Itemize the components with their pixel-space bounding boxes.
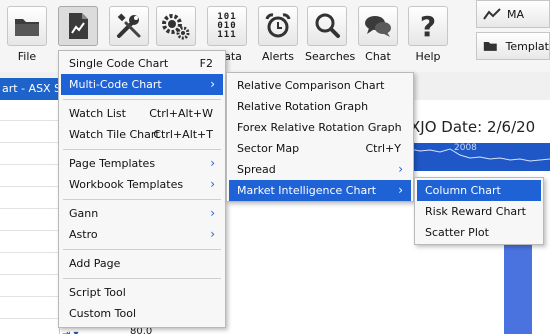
menu-item-label: Gann bbox=[69, 207, 99, 220]
menu-item-label: Workbook Templates bbox=[69, 178, 184, 191]
menu-item-watch-tile-chart[interactable]: Watch Tile Chart Ctrl+Alt+T bbox=[61, 124, 223, 145]
menu-item-shortcut: F2 bbox=[199, 57, 213, 70]
menu-item-column-chart[interactable]: Column Chart bbox=[417, 180, 541, 201]
menu-item-label: Multi-Code Chart bbox=[69, 78, 162, 91]
year-label: 2008 bbox=[454, 143, 477, 153]
menu-item-label: Single Code Chart bbox=[69, 57, 169, 70]
menu-item-add-page[interactable]: Add Page bbox=[61, 253, 223, 274]
menu-item-shortcut: Ctrl+Y bbox=[365, 142, 401, 155]
templates-label: Templat bbox=[505, 39, 549, 53]
menu-item-label: Relative Comparison Chart bbox=[237, 79, 385, 92]
left-panel bbox=[0, 100, 60, 334]
menu-item-multi-code-chart[interactable]: Multi-Code Chart › bbox=[61, 74, 223, 95]
file-button[interactable]: File bbox=[5, 6, 49, 63]
overview-sparkline bbox=[410, 148, 550, 162]
menu-item-script-tool[interactable]: Script Tool bbox=[61, 282, 223, 303]
overview-strip: 2008 bbox=[410, 143, 550, 171]
menu-item-label: Custom Tool bbox=[69, 307, 137, 320]
menu-item-page-templates[interactable]: Page Templates › bbox=[61, 153, 223, 174]
gears-icon bbox=[156, 6, 196, 46]
menu-item-label: Sector Map bbox=[237, 142, 300, 155]
tools-icon bbox=[109, 6, 149, 46]
menu-item-single-code-chart[interactable]: Single Code Chart F2 bbox=[61, 53, 223, 74]
help-button[interactable]: ? Help bbox=[406, 6, 450, 63]
chart-menu: Single Code Chart F2 Multi-Code Chart › … bbox=[58, 50, 226, 328]
file-label: File bbox=[17, 50, 37, 63]
chat-label: Chat bbox=[365, 50, 391, 63]
chevron-right-icon: › bbox=[210, 177, 215, 191]
chevron-right-icon: › bbox=[210, 77, 215, 91]
column-bar bbox=[504, 240, 532, 334]
chevron-right-icon: › bbox=[398, 162, 403, 176]
ma-label: MA bbox=[507, 7, 525, 21]
menu-item-label: Column Chart bbox=[425, 184, 501, 197]
chart-document-icon bbox=[58, 6, 98, 46]
help-label: Help bbox=[415, 50, 441, 63]
menu-item-label: Scatter Plot bbox=[425, 226, 489, 239]
scroll-arrows-icon[interactable]: ⇥ ▾ bbox=[62, 329, 79, 334]
chat-bubbles-icon bbox=[358, 6, 398, 46]
menu-item-label: Watch Tile Chart bbox=[69, 128, 160, 141]
chevron-right-icon: › bbox=[398, 183, 403, 197]
settings-button[interactable] bbox=[154, 6, 198, 46]
menu-item-label: Relative Rotation Graph bbox=[237, 100, 369, 113]
menu-item-label: Watch List bbox=[69, 107, 126, 120]
menu-item-label: Add Page bbox=[69, 257, 121, 270]
chart-header: XJO Date: 2/6/20 bbox=[410, 118, 536, 136]
folder-icon bbox=[483, 41, 497, 51]
menu-item-forex-relative-rotation-graph[interactable]: Forex Relative Rotation Graph bbox=[229, 117, 411, 138]
menu-item-label: Risk Reward Chart bbox=[425, 205, 526, 218]
alarm-clock-icon bbox=[258, 6, 298, 46]
chevron-right-icon: › bbox=[210, 227, 215, 241]
menu-item-label: Page Templates bbox=[69, 157, 156, 170]
question-mark-icon: ? bbox=[408, 6, 448, 46]
alerts-label: Alerts bbox=[262, 50, 294, 63]
menu-item-spread[interactable]: Spread › bbox=[229, 159, 411, 180]
chevron-right-icon: › bbox=[210, 206, 215, 220]
menu-item-shortcut: Ctrl+Alt+W bbox=[149, 107, 213, 120]
menu-item-label: Spread bbox=[237, 163, 276, 176]
menu-item-shortcut: Ctrl+Alt+T bbox=[153, 128, 213, 141]
menu-item-label: Script Tool bbox=[69, 286, 126, 299]
chevron-right-icon: › bbox=[210, 156, 215, 170]
menu-item-relative-comparison-chart[interactable]: Relative Comparison Chart bbox=[229, 75, 411, 96]
binary-row: 111 bbox=[217, 29, 237, 40]
menu-item-workbook-templates[interactable]: Workbook Templates › bbox=[61, 174, 223, 195]
templates-button[interactable]: Templat bbox=[476, 32, 550, 60]
menu-item-label: Market Intelligence Chart bbox=[237, 184, 377, 197]
multi-code-chart-submenu: Relative Comparison Chart Relative Rotat… bbox=[226, 72, 414, 202]
market-intelligence-submenu: Column Chart Risk Reward Chart Scatter P… bbox=[414, 177, 544, 245]
menu-item-sector-map[interactable]: Sector Map Ctrl+Y bbox=[229, 138, 411, 159]
searches-button[interactable]: Searches bbox=[305, 6, 356, 63]
chat-button[interactable]: Chat bbox=[356, 6, 400, 63]
menu-item-custom-tool[interactable]: Custom Tool bbox=[61, 303, 223, 324]
line-chart-icon bbox=[483, 8, 501, 20]
menu-item-scatter-plot[interactable]: Scatter Plot bbox=[417, 222, 541, 243]
tools-button[interactable] bbox=[107, 6, 151, 46]
chart-button[interactable] bbox=[56, 6, 100, 46]
search-icon bbox=[307, 6, 347, 46]
searches-label: Searches bbox=[305, 50, 356, 63]
menu-item-watch-list[interactable]: Watch List Ctrl+Alt+W bbox=[61, 103, 223, 124]
binary-data-icon: 101 010 111 bbox=[207, 6, 247, 46]
menu-item-astro[interactable]: Astro › bbox=[61, 224, 223, 245]
chart-window-title: art - ASX Sha bbox=[0, 78, 60, 100]
menu-item-risk-reward-chart[interactable]: Risk Reward Chart bbox=[417, 201, 541, 222]
alerts-button[interactable]: Alerts bbox=[256, 6, 300, 63]
folder-icon bbox=[7, 6, 47, 46]
moving-average-button[interactable]: MA bbox=[476, 0, 550, 28]
menu-item-label: Astro bbox=[69, 228, 98, 241]
menu-item-relative-rotation-graph[interactable]: Relative Rotation Graph bbox=[229, 96, 411, 117]
menu-item-market-intelligence-chart[interactable]: Market Intelligence Chart › bbox=[229, 180, 411, 201]
menu-item-label: Forex Relative Rotation Graph bbox=[237, 121, 402, 134]
menu-item-gann[interactable]: Gann › bbox=[61, 203, 223, 224]
